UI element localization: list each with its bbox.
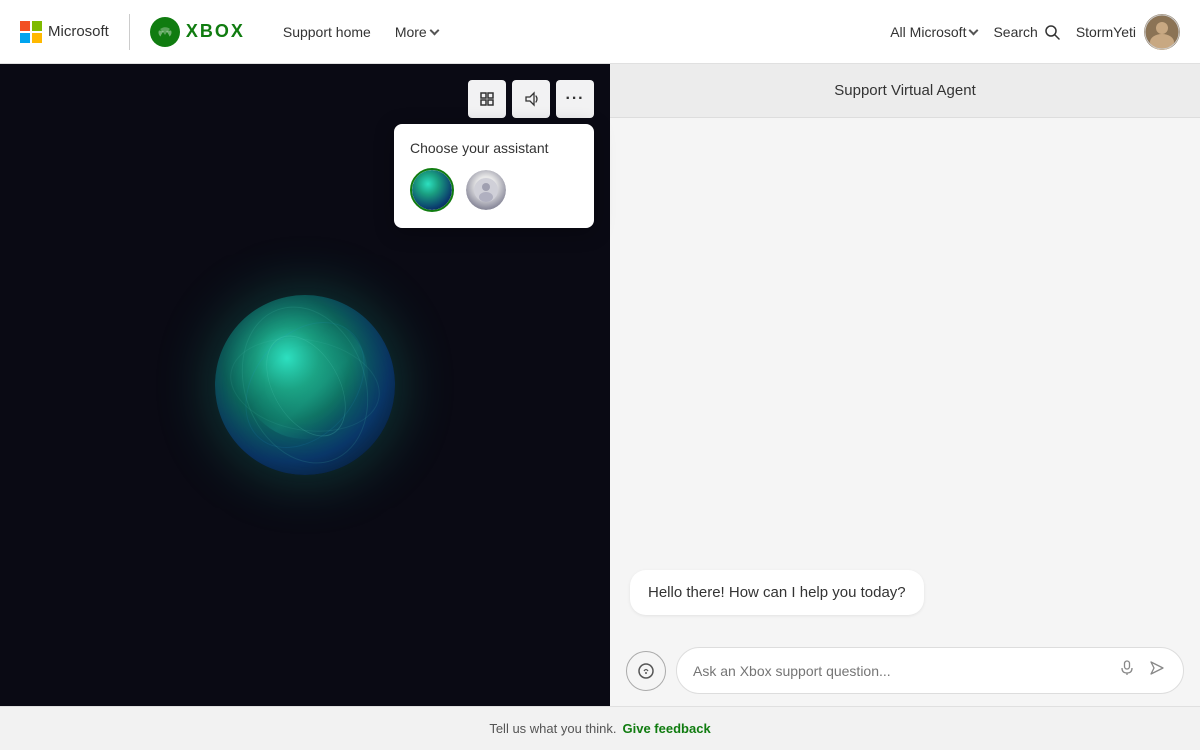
chat-panel: Support Virtual Agent Hello there! How c…	[610, 64, 1200, 706]
chat-text-input[interactable]	[693, 663, 1109, 679]
all-microsoft-chevron-icon	[969, 25, 979, 35]
search-button[interactable]: Search	[993, 24, 1059, 40]
support-home-link[interactable]: Support home	[273, 16, 381, 48]
chat-add-button[interactable]	[626, 651, 666, 691]
more-label: More	[395, 24, 427, 40]
nav-divider	[129, 14, 130, 50]
virtual-agent-video-panel: ··· Choose your assistant	[0, 64, 610, 706]
footer: Tell us what you think. Give feedback	[0, 706, 1200, 750]
chat-greeting-text: Hello there! How can I help you today?	[648, 584, 906, 601]
microsoft-logo[interactable]: Microsoft	[20, 21, 109, 43]
microsoft-label: Microsoft	[48, 23, 109, 40]
footer-text: Tell us what you think.	[489, 721, 616, 736]
chat-header: Support Virtual Agent	[610, 64, 1200, 118]
ellipsis-icon: ···	[566, 90, 585, 108]
all-microsoft-label: All Microsoft	[890, 24, 966, 40]
orb-sphere	[215, 295, 395, 475]
xbox-logo[interactable]: XBOX	[150, 17, 245, 47]
assistant-options	[410, 168, 578, 212]
chat-greeting-bubble: Hello there! How can I help you today?	[630, 570, 924, 615]
fullscreen-icon	[479, 91, 495, 107]
fullscreen-button[interactable]	[468, 80, 506, 118]
assistant-option-orb[interactable]	[410, 168, 454, 212]
orb-visual	[215, 295, 395, 475]
search-label: Search	[993, 24, 1037, 40]
chat-add-icon	[637, 662, 655, 680]
search-icon	[1044, 24, 1060, 40]
main-content: ··· Choose your assistant	[0, 64, 1200, 706]
give-feedback-link[interactable]: Give feedback	[623, 721, 711, 736]
microphone-icon	[1119, 660, 1135, 676]
send-button[interactable]	[1147, 658, 1167, 683]
send-icon	[1149, 660, 1165, 676]
more-link[interactable]: More	[385, 16, 448, 48]
avatar-image	[1144, 14, 1180, 50]
orb-overlay-svg	[215, 295, 395, 475]
chat-input-box	[676, 647, 1184, 694]
assistant-chooser-title: Choose your assistant	[410, 140, 578, 156]
chat-header-title: Support Virtual Agent	[834, 82, 976, 99]
xbox-circle-icon	[150, 17, 180, 47]
nav-right: All Microsoft Search StormYeti	[890, 14, 1180, 50]
all-microsoft-link[interactable]: All Microsoft	[890, 24, 977, 40]
username-label: StormYeti	[1076, 24, 1136, 40]
more-chevron-icon	[429, 25, 439, 35]
sound-button[interactable]	[512, 80, 550, 118]
cortana-svg-icon	[473, 177, 499, 203]
microphone-button[interactable]	[1117, 658, 1137, 683]
user-section[interactable]: StormYeti	[1076, 14, 1180, 50]
xbox-label: XBOX	[186, 21, 245, 42]
ms-grid-icon	[20, 21, 42, 43]
assistant-option-cortana[interactable]	[464, 168, 508, 212]
assistant-chooser-popup: Choose your assistant	[394, 124, 594, 228]
navbar: Microsoft XBOX Support home More All Mic…	[0, 0, 1200, 64]
user-avatar	[1144, 14, 1180, 50]
orb-assistant-icon	[412, 170, 452, 210]
chat-input-icons	[1117, 658, 1167, 683]
video-controls: ···	[468, 80, 594, 118]
chat-input-area	[610, 635, 1200, 706]
chat-messages: Hello there! How can I help you today?	[610, 118, 1200, 635]
nav-links: Support home More	[273, 16, 448, 48]
cortana-assistant-icon	[466, 170, 506, 210]
sound-icon	[523, 91, 539, 107]
more-options-button[interactable]: ···	[556, 80, 594, 118]
xbox-svg-icon	[155, 22, 175, 42]
